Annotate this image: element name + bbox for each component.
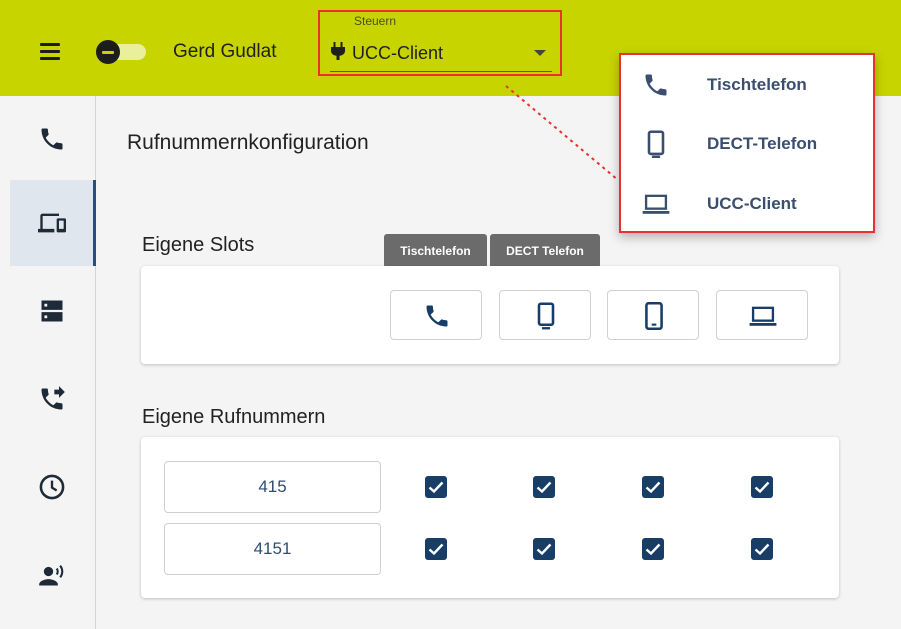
slot-button-mobile-phone[interactable] [607, 290, 699, 340]
number-value: 415 [258, 477, 287, 496]
mobile-icon [645, 302, 663, 330]
sidebar-item-calls[interactable] [10, 96, 96, 182]
checkbox-mobile-phone[interactable] [642, 538, 664, 560]
tooltip-tischtelefon: Tischtelefon [384, 234, 487, 268]
person-speaking-icon [39, 565, 64, 586]
checkbox-ucc-client[interactable] [751, 538, 773, 560]
menu-option-label: Tischtelefon [707, 75, 807, 94]
user-name: Gerd Gudlat [173, 41, 277, 62]
device-dropdown-menu: Tischtelefon DECT-Telefon UCC-Client [619, 53, 875, 233]
dect-phone-icon [537, 302, 555, 330]
dropdown-arrow-icon [534, 50, 546, 56]
sidebar-item-call-forwarding[interactable] [10, 356, 96, 442]
sidebar-item-presence[interactable] [10, 532, 96, 618]
storage-icon [41, 300, 63, 322]
phone-icon [41, 128, 63, 150]
check-icon [645, 481, 661, 494]
sidebar-item-storage[interactable] [10, 268, 96, 354]
checkbox-desk-phone[interactable] [425, 538, 447, 560]
checkbox-dect-phone[interactable] [533, 476, 555, 498]
checkbox-ucc-client[interactable] [751, 476, 773, 498]
menu-option-dect-telefon[interactable]: DECT-Telefon [621, 116, 873, 172]
menu-option-label: DECT-Telefon [707, 134, 818, 153]
device-select-label: Steuern [354, 14, 397, 28]
menu-option-ucc-client[interactable]: UCC-Client [621, 176, 873, 232]
number-value: 4151 [253, 539, 292, 558]
slot-button-desk-phone[interactable] [390, 290, 482, 340]
status-toggle[interactable] [96, 40, 150, 64]
check-icon [536, 543, 552, 556]
menu-option-label: UCC-Client [707, 194, 797, 213]
sidebar-item-history[interactable] [10, 444, 96, 530]
do-not-disturb-icon [96, 40, 120, 64]
check-icon [645, 543, 661, 556]
devices-icon [38, 213, 66, 233]
checkbox-mobile-phone[interactable] [642, 476, 664, 498]
check-icon [536, 481, 552, 494]
tooltip-dect-telefon: DECT Telefon [490, 234, 600, 268]
checkbox-desk-phone[interactable] [425, 476, 447, 498]
check-icon [754, 481, 770, 494]
check-icon [428, 481, 444, 494]
sidebar-item-devices[interactable] [10, 180, 96, 266]
menu-option-tischtelefon[interactable]: Tischtelefon [621, 57, 873, 113]
sidebar [0, 96, 96, 629]
check-icon [428, 543, 444, 556]
laptop-icon [642, 194, 670, 214]
plug-icon [331, 42, 345, 60]
slots-section-title: Eigene Slots [142, 234, 255, 256]
page-title: Rufnummernkonfiguration [127, 131, 369, 154]
device-select-value: UCC-Client [352, 43, 444, 63]
checkbox-dect-phone[interactable] [533, 538, 555, 560]
slot-button-ucc-client[interactable] [716, 290, 808, 340]
check-icon [754, 543, 770, 556]
slot-button-dect-phone[interactable] [499, 290, 591, 340]
numbers-section-title: Eigene Rufnummern [142, 406, 326, 428]
number-field[interactable]: 415 [164, 461, 381, 513]
phone-icon [645, 74, 667, 96]
hamburger-menu-icon[interactable] [38, 40, 66, 64]
number-field[interactable]: 4151 [164, 523, 381, 575]
laptop-icon [749, 306, 777, 326]
clock-icon [39, 474, 65, 500]
dect-phone-icon [647, 130, 665, 158]
phone-icon [426, 305, 448, 327]
phone-forward-icon [41, 386, 65, 410]
device-select[interactable]: Steuern UCC-Client [318, 10, 562, 76]
